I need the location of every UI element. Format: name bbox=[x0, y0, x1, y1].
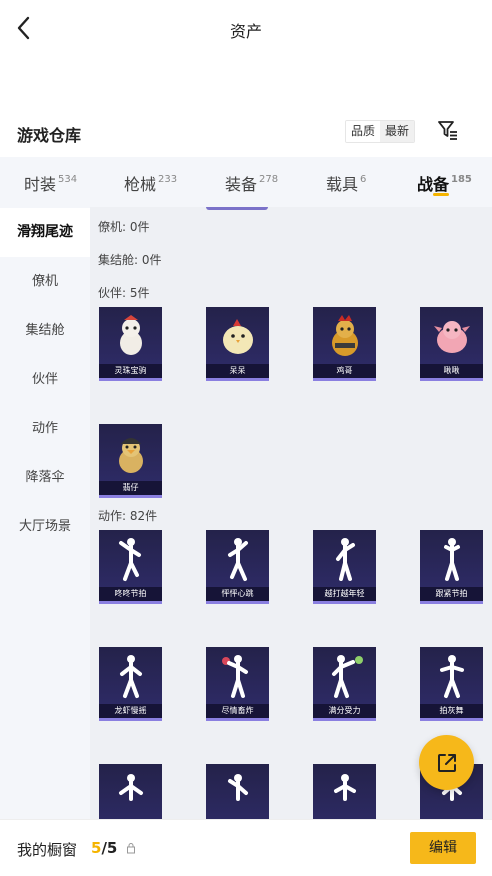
share-button[interactable] bbox=[419, 735, 474, 790]
tab-equipment[interactable]: 装备 278 bbox=[225, 171, 278, 195]
sidebar-item-parachute[interactable]: 降落伞 bbox=[0, 453, 90, 502]
group-label-capsule: 集结舱: 0件 bbox=[98, 253, 162, 267]
tab-guns[interactable]: 枪械 233 bbox=[124, 171, 177, 195]
card-label: 越打越年轻 bbox=[313, 587, 376, 601]
top-bar: 资产 bbox=[0, 0, 492, 56]
dancer-icon bbox=[99, 530, 162, 587]
sidebar: 滑翔尾迹 僚机 集结舱 伙伴 动作 降落伞 大厅场景 bbox=[0, 207, 90, 819]
group-label-partner: 伙伴: 5件 bbox=[98, 286, 150, 300]
warehouse-header: 游戏仓库 品质 最新 bbox=[0, 116, 492, 156]
bottom-bar: 我的橱窗 5/5 编辑 bbox=[0, 819, 492, 876]
dancer-icon bbox=[313, 647, 376, 704]
rooster-icon bbox=[313, 307, 376, 364]
dancer-icon bbox=[99, 647, 162, 704]
dancer-icon bbox=[420, 530, 483, 587]
action-card[interactable]: 龙虾慢摇 bbox=[99, 647, 162, 721]
dancer-icon bbox=[313, 764, 376, 819]
tab-label: 装备 bbox=[225, 175, 258, 194]
card-label: 啾啾 bbox=[420, 364, 483, 378]
edit-button[interactable]: 编辑 bbox=[410, 832, 476, 864]
sidebar-item-partner[interactable]: 伙伴 bbox=[0, 355, 90, 404]
tab-label: 载具 bbox=[326, 175, 359, 194]
group-label-action: 动作: 82件 bbox=[98, 509, 158, 523]
tab-count: 278 bbox=[259, 173, 279, 185]
sidebar-item-glide-trail[interactable]: 滑翔尾迹 bbox=[0, 208, 90, 257]
sidebar-item-lobby-scene[interactable]: 大厅场景 bbox=[0, 502, 90, 551]
tab-vehicles[interactable]: 载具 6 bbox=[326, 171, 366, 195]
partner-card[interactable]: 翡仔 bbox=[99, 424, 162, 498]
card-label: 灵珠宝驹 bbox=[99, 364, 162, 378]
chick-icon bbox=[206, 307, 269, 364]
tab-count: 233 bbox=[158, 173, 178, 185]
filter-icon[interactable] bbox=[436, 118, 460, 142]
sidebar-item-action[interactable]: 动作 bbox=[0, 404, 90, 453]
lock-icon bbox=[127, 843, 135, 854]
sidebar-item-capsule[interactable]: 集结舱 bbox=[0, 306, 90, 355]
dancer-icon bbox=[206, 530, 269, 587]
active-tab-indicator bbox=[433, 193, 449, 196]
card-label: 翡仔 bbox=[99, 481, 162, 495]
duck-helmet-icon bbox=[99, 424, 162, 481]
showcase-label: 我的橱窗 bbox=[17, 841, 78, 859]
dancer-icon bbox=[206, 647, 269, 704]
card-label: 呆呆 bbox=[206, 364, 269, 378]
tab-label: 枪械 bbox=[124, 175, 157, 194]
action-card[interactable]: 越打越年轻 bbox=[313, 530, 376, 604]
pink-bird-icon bbox=[420, 307, 483, 364]
card-label: 拍灰舞 bbox=[420, 704, 483, 718]
item-grid-area[interactable]: 僚机: 0件 集结舱: 0件 伙伴: 5件 灵珠宝驹 呆呆 鸡哥 啾啾 翡仔 动… bbox=[90, 207, 492, 819]
tab-count: 185 bbox=[451, 173, 472, 185]
page-title: 资产 bbox=[229, 22, 262, 41]
sort-toggle: 品质 最新 bbox=[345, 120, 416, 143]
tab-fashion[interactable]: 时装 534 bbox=[24, 171, 77, 195]
sort-newest-button[interactable]: 最新 bbox=[380, 121, 415, 142]
card-label: 鸡哥 bbox=[313, 364, 376, 378]
action-card[interactable] bbox=[206, 764, 269, 819]
card-label: 跟紧节拍 bbox=[420, 587, 483, 601]
card-label: 咚咚节拍 bbox=[99, 587, 162, 601]
category-tabs: 时装 534 枪械 233 装备 278 载具 6 战备 185 bbox=[0, 157, 492, 207]
action-card[interactable]: 怦怦心跳 bbox=[206, 530, 269, 604]
dancer-icon bbox=[420, 647, 483, 704]
external-link-icon bbox=[437, 753, 456, 772]
dancer-icon bbox=[313, 530, 376, 587]
partner-card[interactable]: 鸡哥 bbox=[313, 307, 376, 381]
sort-quality-button[interactable]: 品质 bbox=[346, 121, 381, 142]
tab-label: 战备 bbox=[417, 175, 450, 194]
dancer-icon bbox=[99, 764, 162, 819]
card-label: 尽情畜炸 bbox=[206, 704, 269, 718]
action-card[interactable] bbox=[313, 764, 376, 819]
showcase-current: 5 bbox=[91, 839, 102, 857]
card-label: 龙虾慢摇 bbox=[99, 704, 162, 718]
warehouse-title: 游戏仓库 bbox=[17, 126, 82, 145]
tab-tactical[interactable]: 战备 185 bbox=[417, 171, 472, 195]
tab-label: 时装 bbox=[24, 175, 57, 194]
action-card[interactable]: 满分受力 bbox=[313, 647, 376, 721]
group-label-wingman: 僚机: 0件 bbox=[98, 220, 150, 234]
tab-count: 534 bbox=[58, 173, 78, 185]
partner-card[interactable]: 呆呆 bbox=[206, 307, 269, 381]
card-label: 怦怦心跳 bbox=[206, 587, 269, 601]
action-card[interactable] bbox=[99, 764, 162, 819]
partner-card[interactable]: 灵珠宝驹 bbox=[99, 307, 162, 381]
card-label: 满分受力 bbox=[313, 704, 376, 718]
showcase-total: /5 bbox=[101, 839, 118, 857]
action-card[interactable]: 尽情畜炸 bbox=[206, 647, 269, 721]
partner-card[interactable]: 啾啾 bbox=[420, 307, 483, 381]
tab-count: 6 bbox=[360, 173, 367, 185]
action-card[interactable]: 跟紧节拍 bbox=[420, 530, 483, 604]
showcase-count: 5/5 bbox=[91, 839, 117, 857]
horse-icon bbox=[99, 307, 162, 364]
dancer-icon bbox=[206, 764, 269, 819]
sidebar-item-wingman[interactable]: 僚机 bbox=[0, 257, 90, 306]
card-edge-fragment bbox=[206, 207, 268, 210]
action-card[interactable]: 拍灰舞 bbox=[420, 647, 483, 721]
action-card[interactable]: 咚咚节拍 bbox=[99, 530, 162, 604]
